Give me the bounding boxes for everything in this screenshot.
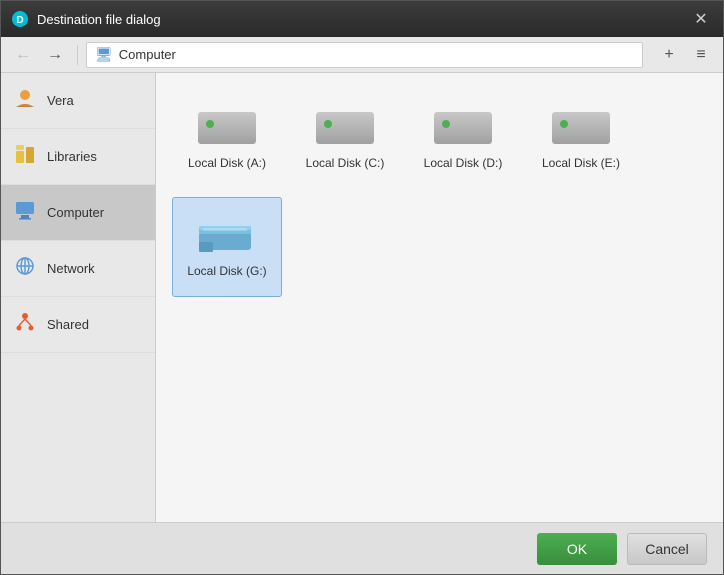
drive-label-d: Local Disk (D:) bbox=[424, 156, 503, 170]
forward-button[interactable]: → bbox=[41, 41, 69, 69]
drive-item-a[interactable]: Local Disk (A:) bbox=[172, 89, 282, 189]
sidebar-item-shared[interactable]: Shared bbox=[1, 297, 155, 353]
location-bar: 🖥 Computer bbox=[86, 42, 643, 68]
network-icon bbox=[13, 255, 37, 283]
sidebar-item-libraries[interactable]: Libraries bbox=[1, 129, 155, 185]
libraries-icon bbox=[13, 143, 37, 171]
hdd-icon-a bbox=[195, 108, 259, 148]
drive-item-d[interactable]: Local Disk (D:) bbox=[408, 89, 518, 189]
drive-item-g[interactable]: Local Disk (G:) bbox=[172, 197, 282, 297]
shared-icon bbox=[13, 311, 37, 339]
drive-item-c[interactable]: Local Disk (C:) bbox=[290, 89, 400, 189]
usb-icon-g bbox=[195, 216, 259, 256]
content-area: Vera Libraries bbox=[1, 73, 723, 522]
computer-icon bbox=[13, 199, 37, 227]
drive-label-g: Local Disk (G:) bbox=[187, 264, 266, 278]
drive-label-e: Local Disk (E:) bbox=[542, 156, 620, 170]
cancel-button[interactable]: Cancel bbox=[627, 533, 707, 565]
sidebar-item-libraries-label: Libraries bbox=[47, 149, 97, 164]
usb-drive-svg bbox=[195, 216, 259, 256]
footer: OK Cancel bbox=[1, 522, 723, 574]
hdd-icon-e bbox=[549, 108, 613, 148]
hdd-icon-c bbox=[313, 108, 377, 148]
dialog-icon: D bbox=[11, 10, 29, 28]
toolbar-right: + ≡ bbox=[655, 41, 715, 69]
drive-label-a: Local Disk (A:) bbox=[188, 156, 266, 170]
title-bar: D Destination file dialog ✕ bbox=[1, 1, 723, 37]
vera-icon bbox=[13, 87, 37, 115]
location-text: Computer bbox=[119, 47, 176, 62]
sidebar: Vera Libraries bbox=[1, 73, 156, 522]
toolbar-separator bbox=[77, 45, 78, 65]
sidebar-item-network[interactable]: Network bbox=[1, 241, 155, 297]
main-panel: Local Disk (A:) Local Disk (C:) Lo bbox=[156, 73, 723, 522]
ok-button[interactable]: OK bbox=[537, 533, 617, 565]
sidebar-item-vera-label: Vera bbox=[47, 93, 74, 108]
sidebar-item-vera[interactable]: Vera bbox=[1, 73, 155, 129]
toolbar: ← → 🖥 Computer + ≡ bbox=[1, 37, 723, 73]
dialog-title: Destination file dialog bbox=[37, 12, 689, 27]
new-folder-button[interactable]: + bbox=[655, 41, 683, 69]
hdd-icon-d bbox=[431, 108, 495, 148]
view-toggle-button[interactable]: ≡ bbox=[687, 41, 715, 69]
sidebar-item-computer[interactable]: Computer bbox=[1, 185, 155, 241]
svg-text:D: D bbox=[16, 15, 23, 26]
destination-file-dialog: D Destination file dialog ✕ ← → 🖥 Comput… bbox=[0, 0, 724, 575]
back-button[interactable]: ← bbox=[9, 41, 37, 69]
sidebar-item-network-label: Network bbox=[47, 261, 95, 276]
drive-label-c: Local Disk (C:) bbox=[306, 156, 385, 170]
location-icon: 🖥 bbox=[95, 46, 113, 63]
drive-item-e[interactable]: Local Disk (E:) bbox=[526, 89, 636, 189]
sidebar-item-shared-label: Shared bbox=[47, 317, 89, 332]
close-button[interactable]: ✕ bbox=[689, 7, 713, 31]
sidebar-item-computer-label: Computer bbox=[47, 205, 104, 220]
